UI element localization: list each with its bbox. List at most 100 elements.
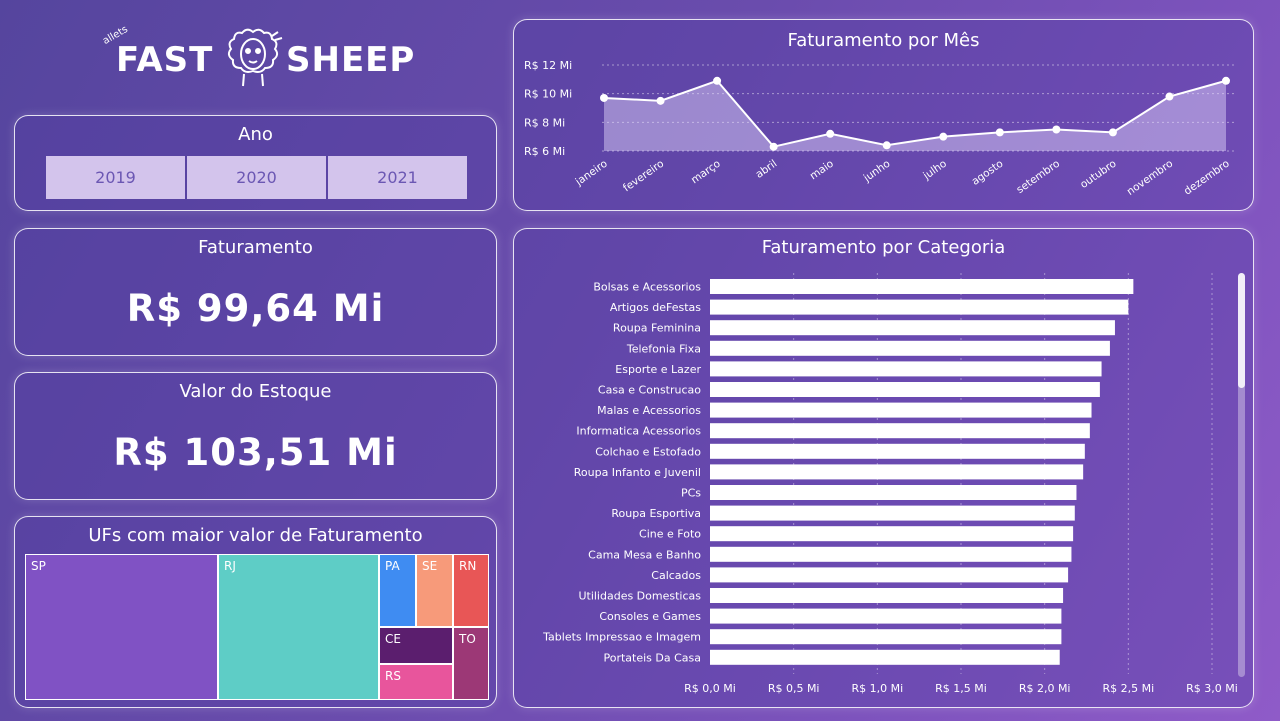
ufs-card: UFs com maior valor de Faturamento SP RJ… [14, 516, 497, 708]
data-point [713, 76, 722, 85]
treemap-tile-sp[interactable]: SP [25, 554, 218, 700]
y-category-label: Calcados [651, 569, 701, 582]
data-point [1222, 76, 1230, 85]
year-option-2019[interactable]: 2019 [46, 156, 185, 199]
logo-word-sheep: SHEEP [286, 40, 416, 80]
x-tick-label: fevereiro [621, 158, 666, 195]
x-tick-label: julho [920, 158, 949, 183]
y-category-label: Casa e Construcao [598, 384, 701, 397]
chart-scrollbar-thumb[interactable] [1238, 273, 1245, 388]
y-category-label: Colchao e Estofado [595, 445, 701, 458]
category-bar [710, 608, 1062, 624]
data-point [826, 129, 835, 138]
treemap-label-ce: CE [385, 632, 401, 646]
x-tick-label: R$ 1,5 Mi [935, 682, 987, 695]
category-bar [710, 588, 1064, 603]
category-bar [710, 649, 1060, 665]
estoque-card: Valor do Estoque R$ 103,51 Mi [14, 372, 497, 500]
data-point [939, 132, 948, 141]
category-bar [710, 443, 1085, 459]
faturamento-mes-chart: R$ 6 Mi R$ 8 Mi R$ 10 Mi R$ 12 Mi janeiro fev… [524, 59, 1236, 198]
category-bar [710, 382, 1100, 397]
treemap-tile-pa[interactable]: PA [379, 554, 416, 627]
faturamento-categoria-chart: R$ 0,0 Mi R$ 0,5 Mi R$ 1,0 Mi R$ 1,5 Mi R$ 2… [542, 273, 1238, 695]
y-category-label: Roupa Infanto e Juvenil [574, 466, 701, 479]
x-tick-label: R$ 2,5 Mi [1102, 682, 1154, 695]
y-tick-label: R$ 10 Mi [524, 88, 572, 101]
data-point [600, 93, 608, 102]
data-point [995, 128, 1004, 137]
treemap-tile-to[interactable]: TO [453, 627, 489, 700]
category-bar [710, 402, 1092, 418]
data-point [769, 142, 778, 151]
y-category-label: Telefonia Fixa [626, 342, 701, 355]
faturamento-card: Faturamento R$ 99,64 Mi [14, 228, 497, 356]
x-tick-label: março [689, 158, 723, 187]
y-category-label: Tablets Impressao e Imagem [542, 631, 701, 644]
x-tick-label: R$ 0,0 Mi [684, 682, 736, 695]
category-bar [710, 567, 1069, 583]
year-option-2020[interactable]: 2020 [187, 156, 326, 199]
treemap-tile-rs[interactable]: RS [379, 664, 453, 700]
x-tick-label: dezembro [1182, 158, 1232, 198]
x-tick-label: R$ 3,0 Mi [1186, 682, 1238, 695]
treemap-tile-rj[interactable]: RJ [218, 554, 379, 700]
y-category-label: Roupa Esportiva [611, 507, 701, 520]
y-tick-label: R$ 6 Mi [524, 145, 565, 158]
y-category-label: Consoles e Games [599, 610, 701, 623]
y-tick-label: R$ 12 Mi [524, 59, 572, 72]
y-category-label: Utilidades Domesticas [578, 590, 701, 603]
x-tick-label: maio [808, 158, 836, 183]
y-category-label: Cine e Foto [639, 528, 701, 541]
x-tick-label: R$ 0,5 Mi [768, 682, 820, 695]
estoque-title: Valor do Estoque [179, 381, 332, 402]
category-bar [710, 505, 1075, 521]
category-bar [710, 629, 1062, 645]
x-tick-label: novembro [1125, 158, 1175, 198]
category-bar [710, 340, 1110, 356]
treemap-tile-rn[interactable]: RN [453, 554, 489, 627]
year-option-2021[interactable]: 2021 [328, 156, 467, 199]
y-category-label: Roupa Feminina [613, 322, 701, 335]
category-bar [710, 423, 1090, 439]
treemap-label-rs: RS [385, 669, 401, 683]
estoque-value: R$ 103,51 Mi [113, 431, 398, 474]
treemap-label-pa: PA [385, 559, 400, 573]
data-point [1108, 128, 1117, 137]
treemap-tile-ce[interactable]: CE [379, 627, 453, 664]
faturamento-value: R$ 99,64 Mi [126, 287, 385, 330]
logo-word-fast: FAST [116, 40, 214, 80]
x-tick-label: R$ 2,0 Mi [1019, 682, 1071, 695]
category-bar [710, 485, 1077, 500]
data-point [656, 96, 665, 105]
x-tick-label: setembro [1014, 158, 1062, 196]
category-bar [710, 361, 1102, 377]
faturamento-title: Faturamento [198, 237, 313, 258]
treemap-label-sp: SP [31, 559, 46, 573]
treemap-tile-se[interactable]: SE [416, 554, 453, 627]
category-bar [710, 279, 1134, 294]
category-bar [710, 320, 1115, 336]
category-bar [710, 464, 1084, 480]
y-category-label: Bolsas e Acessorios [593, 281, 701, 294]
y-category-label: PCs [681, 487, 701, 500]
y-category-label: Informatica Acessorios [576, 425, 701, 438]
x-tick-label: agosto [970, 158, 1006, 188]
treemap-label-to: TO [459, 632, 476, 646]
data-point [1052, 125, 1061, 134]
x-tick-label: R$ 1,0 Mi [851, 682, 903, 695]
y-tick-label: R$ 8 Mi [524, 116, 565, 129]
y-category-label: Malas e Acessorios [597, 404, 701, 417]
data-point [1165, 92, 1174, 101]
treemap-label-rn: RN [459, 559, 477, 573]
y-category-label: Portateis Da Casa [603, 651, 701, 664]
chart-scrollbar[interactable] [1238, 273, 1245, 677]
faturamento-mes-card: Faturamento por Mês R$ 6 Mi R$ 8 Mi R$ 10 … [513, 19, 1254, 211]
ano-slicer-card: Ano 2019 2020 2021 [14, 115, 497, 211]
x-tick-label: abril [753, 158, 779, 181]
treemap-label-rj: RJ [224, 559, 236, 573]
faturamento-categoria-card: Faturamento por Categoria R$ 0,0 Mi R$ 0,… [513, 228, 1254, 708]
category-bar [710, 299, 1129, 315]
fast-sheep-logo: allets FAST SHEEP [100, 22, 420, 102]
x-tick-label: outubro [1078, 158, 1118, 191]
